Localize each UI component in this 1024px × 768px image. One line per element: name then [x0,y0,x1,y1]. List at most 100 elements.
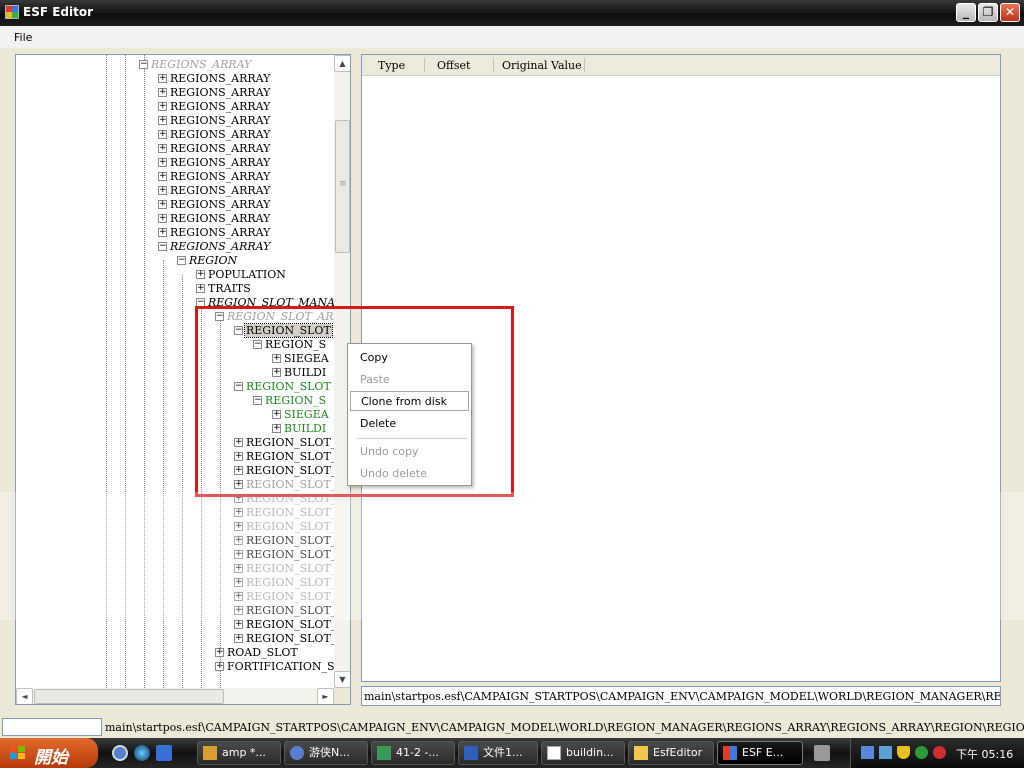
expand-icon[interactable]: + [234,563,243,573]
scroll-up-button[interactable]: ▲ [334,55,350,72]
tree-node[interactable]: + REGIONS_ARRAY [158,71,271,85]
vertical-scroll-thumb[interactable]: ≡ [335,120,350,253]
collapse-icon[interactable]: − [158,241,167,251]
tree-node[interactable]: + REGION_SLOT_ [234,575,334,589]
search-input[interactable] [2,718,102,736]
expand-icon[interactable]: + [234,521,243,531]
expand-icon[interactable]: + [234,591,243,601]
expand-icon[interactable]: + [158,143,167,153]
horizontal-scrollbar[interactable]: ◄ ► [16,688,334,704]
expand-icon[interactable]: + [234,633,243,643]
close-button[interactable]: ✕ [1000,3,1020,22]
task-image[interactable]: 41-2 -... [371,741,455,765]
tree-node[interactable]: − REGION [177,253,238,267]
expand-icon[interactable]: + [158,115,167,125]
tree-node[interactable]: + REGION_SLOT_ [234,533,334,547]
tree-node[interactable]: + REGION_SLOT_ [234,505,334,519]
column-divider[interactable] [493,58,494,72]
expand-icon[interactable]: + [196,283,205,293]
tree-node[interactable]: + TRAITS [196,281,252,295]
tree-node[interactable]: + FORTIFICATION_SL [215,659,334,673]
scroll-right-button[interactable]: ► [317,688,334,704]
tree-node[interactable]: + REGIONS_ARRAY [158,225,271,239]
tree-node[interactable]: + REGION_SLOT_ [234,547,334,561]
quicklaunch-ie-icon[interactable] [156,745,172,761]
node-path-box[interactable]: main\startpos.esf\CAMPAIGN_STARTPOS\CAMP… [361,686,1001,706]
tree-node[interactable]: + REGIONS_ARRAY [158,197,271,211]
tree-node[interactable]: + REGIONS_ARRAY [158,169,271,183]
tree-node[interactable]: + REGIONS_ARRAY [158,155,271,169]
menu-delete[interactable]: Delete [350,414,469,434]
tree-node[interactable]: + REGIONS_ARRAY [158,211,271,225]
network-icon[interactable] [879,746,892,759]
maximize-button[interactable]: ❐ [978,3,998,22]
tree-node[interactable]: + ROAD_SLOT [215,645,299,659]
expand-icon[interactable]: + [158,101,167,111]
tree-node[interactable]: + REGIONS_ARRAY [158,183,271,197]
tree-node[interactable]: + REGION_SLOT_ [234,603,334,617]
expand-icon[interactable]: + [158,171,167,181]
collapse-icon[interactable]: − [177,255,186,265]
security-shield-icon[interactable] [897,746,910,759]
horizontal-scroll-thumb[interactable] [34,689,224,704]
tree-node[interactable]: + REGION_SLOT_ [234,589,334,603]
column-type[interactable]: Type [378,59,405,72]
tree-node[interactable]: − REGIONS_ARRAY [158,239,271,253]
expand-icon[interactable]: + [234,535,243,545]
tree-node[interactable]: + REGION_SLOT_ [234,519,334,533]
expand-icon[interactable]: + [158,87,167,97]
column-divider[interactable] [424,58,425,72]
expand-icon[interactable]: + [158,213,167,223]
tree-node[interactable]: + REGIONS_ARRAY [158,113,271,127]
expand-icon[interactable]: + [158,129,167,139]
menu-copy[interactable]: Copy [350,348,469,368]
tree-node[interactable]: + POPULATION [196,267,287,281]
task-building[interactable]: buildin... [541,741,625,765]
expand-icon[interactable]: + [158,185,167,195]
task-esfeditor-folder[interactable]: EsfEditor [628,741,714,765]
expand-icon[interactable]: + [234,549,243,559]
tree-node[interactable]: + REGION_SLOT_ [234,631,334,645]
tree-node[interactable]: + REGION_SLOT_ [234,561,334,575]
menu-file[interactable]: File [14,31,32,44]
expand-icon[interactable]: + [234,619,243,629]
tree-node[interactable]: + REGIONS_ARRAY [158,127,271,141]
collapse-icon[interactable]: − [139,59,148,69]
tree-node[interactable]: + REGIONS_ARRAY [158,99,271,113]
start-button[interactable]: 開始 [0,738,98,768]
expand-icon[interactable]: + [158,73,167,83]
tree-node[interactable]: + REGIONS_ARRAY [158,85,271,99]
menu-clone-from-disk[interactable]: Clone from disk [350,391,469,411]
quicklaunch-browser-icon[interactable] [112,745,128,761]
quicklaunch-globe-icon[interactable] [134,745,150,761]
task-youxia[interactable]: 游侠N... [284,741,368,765]
clock[interactable]: 下午 05:16 [956,746,1013,762]
expand-icon[interactable]: + [158,199,167,209]
title-bar[interactable]: ESF Editor _ ❐ ✕ [0,0,1024,26]
keyboard-icon[interactable] [814,745,830,761]
expand-icon[interactable]: + [215,647,224,657]
task-esf-editor[interactable]: ESF E... [717,741,803,765]
scroll-down-button[interactable]: ▼ [334,671,350,688]
column-original-value[interactable]: Original Value [502,59,582,72]
expand-icon[interactable]: + [234,577,243,587]
menu-paste[interactable]: Paste [350,370,469,390]
task-amp[interactable]: amp *... [197,741,281,765]
antivirus-icon[interactable] [933,746,946,759]
column-offset[interactable]: Offset [437,59,470,72]
menu-undo-copy[interactable]: Undo copy [350,442,469,462]
update-icon[interactable] [915,746,928,759]
tree-node[interactable]: + REGION_SLOT_ [234,617,334,631]
expand-icon[interactable]: + [234,605,243,615]
expand-icon[interactable]: + [158,157,167,167]
expand-icon[interactable]: + [215,661,224,671]
scroll-left-button[interactable]: ◄ [16,688,33,704]
menu-undo-delete[interactable]: Undo delete [350,464,469,484]
column-divider[interactable] [584,58,585,72]
expand-icon[interactable]: + [158,227,167,237]
task-document[interactable]: 文件1... [458,741,538,765]
tree-node[interactable]: + REGIONS_ARRAY [158,141,271,155]
tree-node[interactable]: − REGIONS_ARRAY [139,57,252,71]
expand-icon[interactable]: + [196,269,205,279]
network-icon[interactable] [861,746,874,759]
